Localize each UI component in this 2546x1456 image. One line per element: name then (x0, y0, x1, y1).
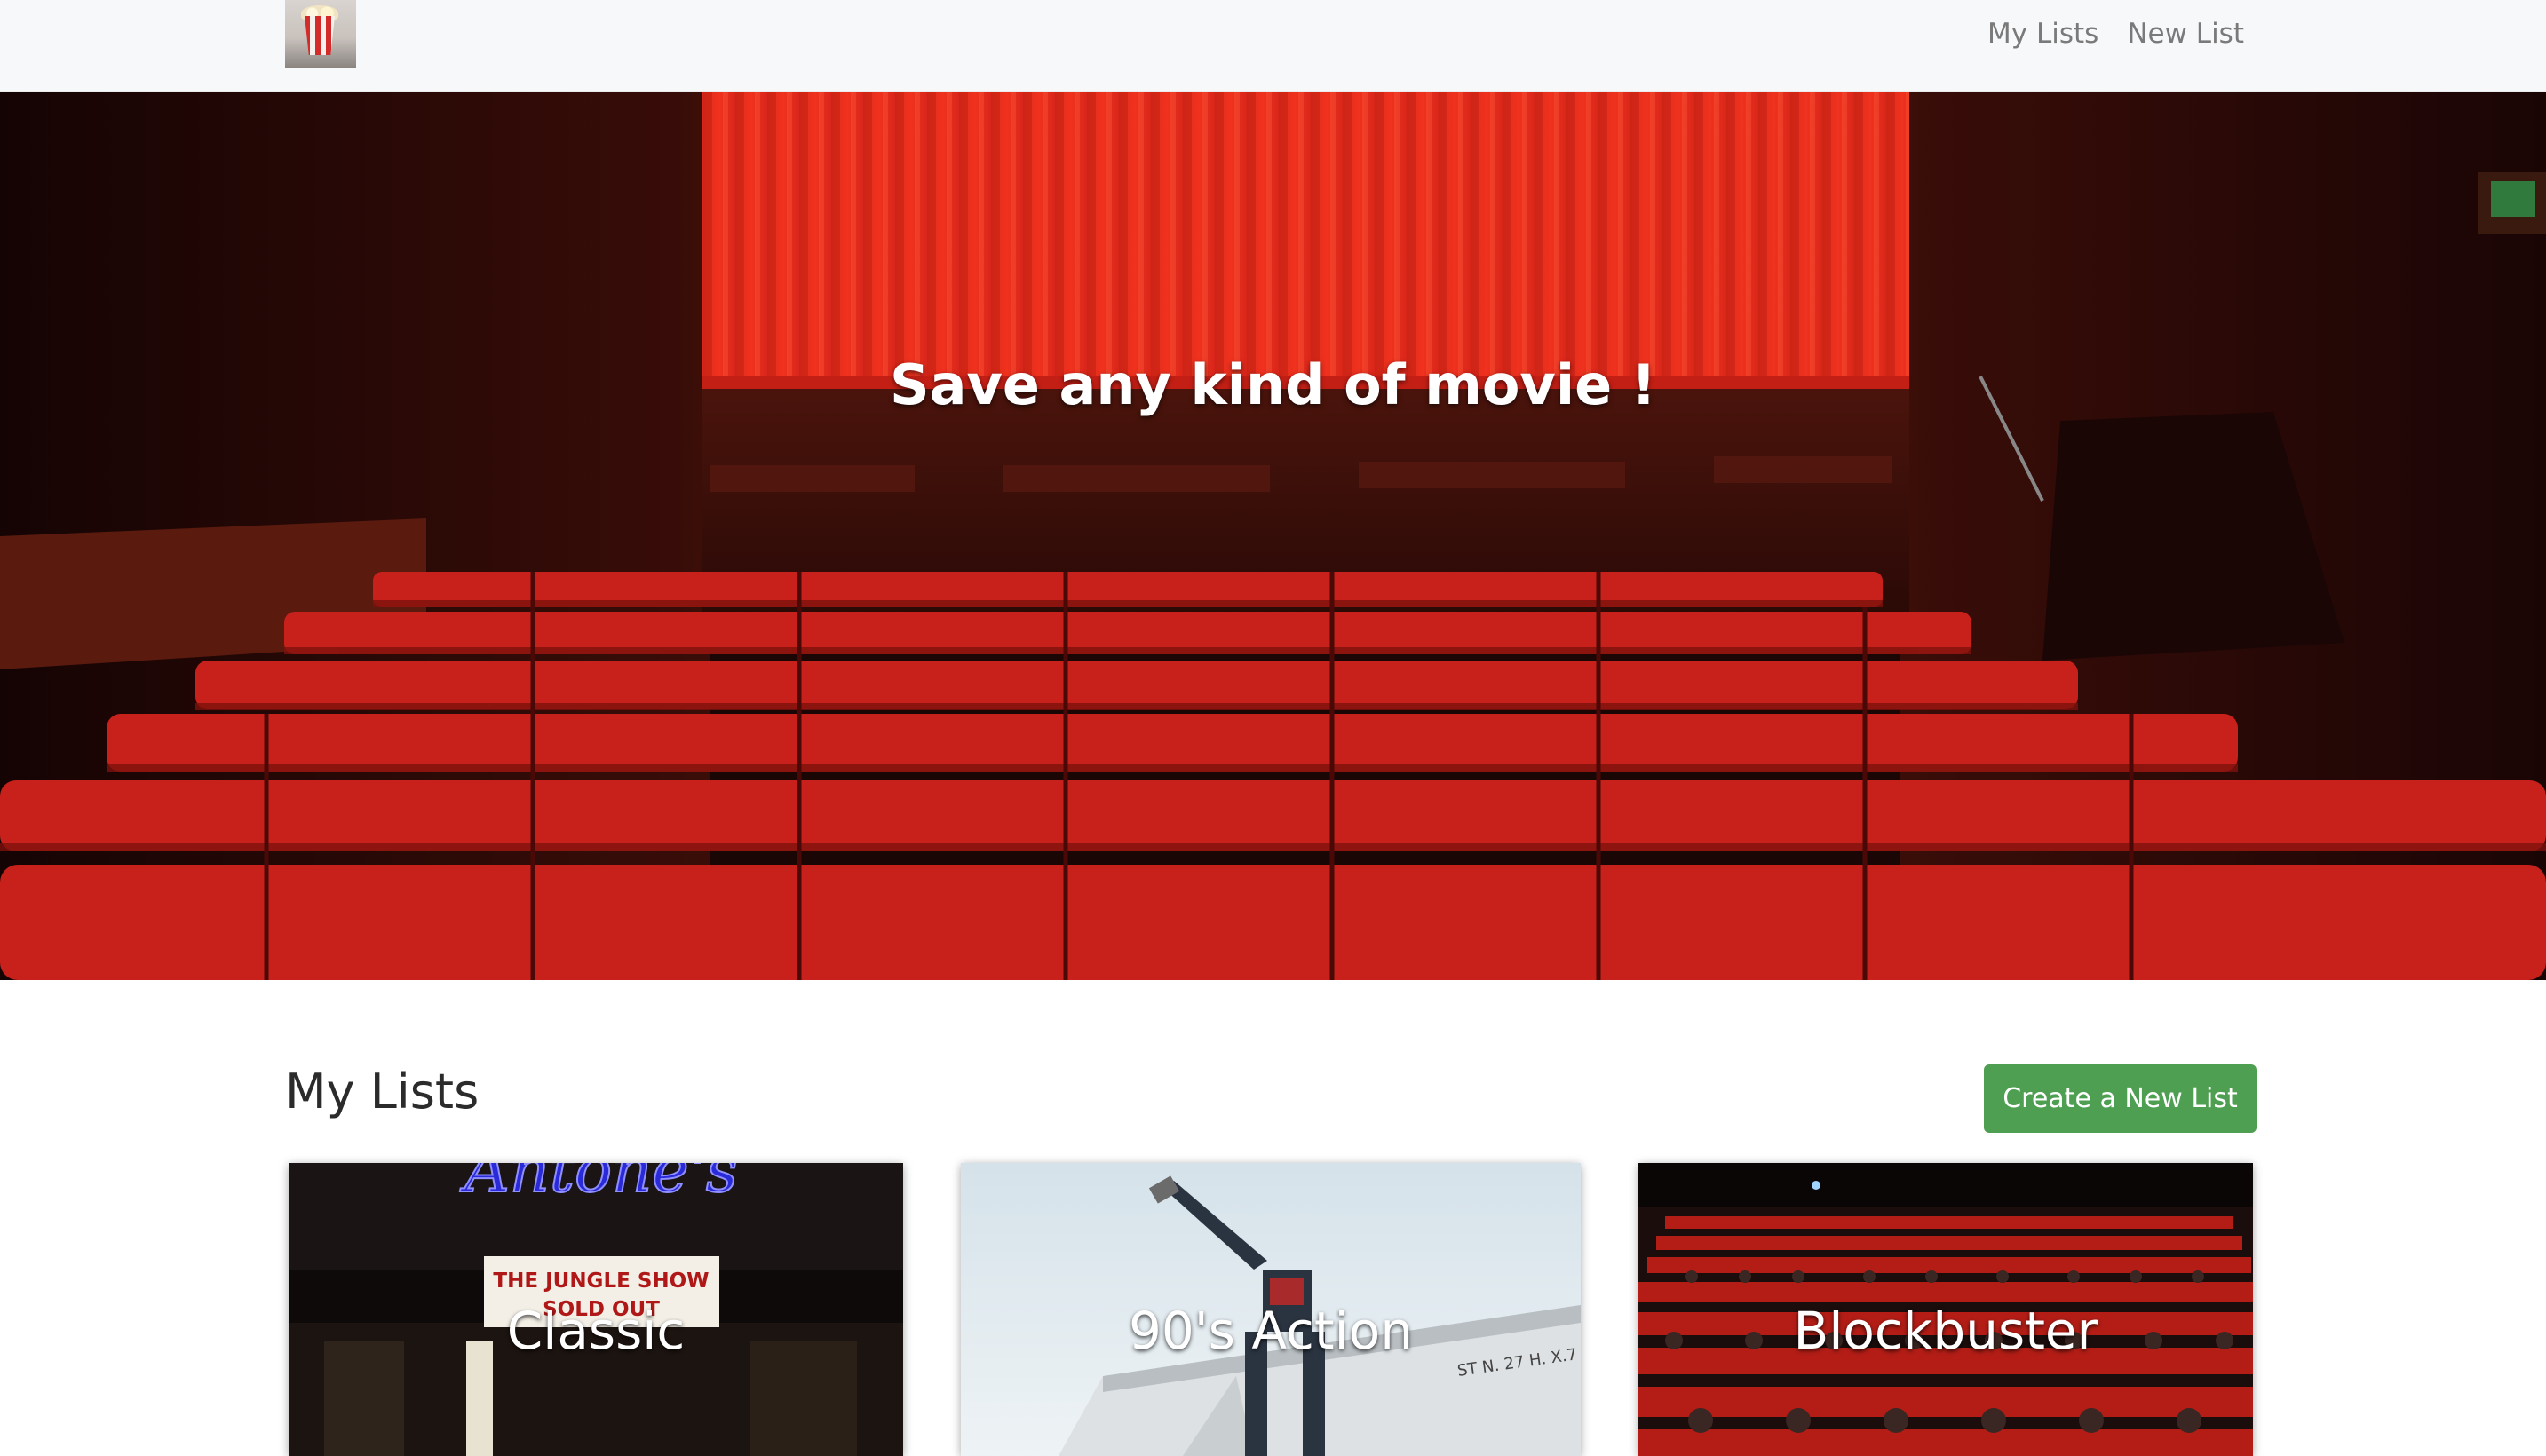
list-card-title: Blockbuster (1793, 1301, 2098, 1361)
marquee-neon-sign: Antone's (459, 1163, 738, 1207)
nav-link-my-lists[interactable]: My Lists (1987, 16, 2098, 51)
hero-banner: Save any kind of movie ! (0, 92, 2546, 980)
list-card-blockbuster[interactable]: Blockbuster (1638, 1163, 2253, 1456)
list-card-title: 90's Action (1128, 1301, 1414, 1361)
nav-link-new-list[interactable]: New List (2127, 16, 2244, 51)
marquee-line-1: THE JUNGLE SHOW (493, 1270, 709, 1293)
nav-links: My Lists New List (1987, 16, 2244, 51)
navbar: My Lists New List (0, 0, 2546, 92)
list-card-classic[interactable]: Antone's THE JUNGLE SHOW SOLD OUT Classi… (289, 1163, 903, 1456)
section-heading: My Lists (285, 1064, 480, 1120)
popcorn-logo-icon[interactable] (285, 0, 356, 68)
cinema-hero-image (0, 92, 2546, 980)
hero-title: Save any kind of movie ! (889, 352, 1657, 417)
list-card-90s-action[interactable]: ST N. 27 H. X.7 90's Action (961, 1163, 1581, 1456)
list-card-title: Classic (506, 1301, 686, 1361)
create-new-list-button[interactable]: Create a New List (1984, 1064, 2257, 1133)
popcorn-box (305, 16, 335, 55)
